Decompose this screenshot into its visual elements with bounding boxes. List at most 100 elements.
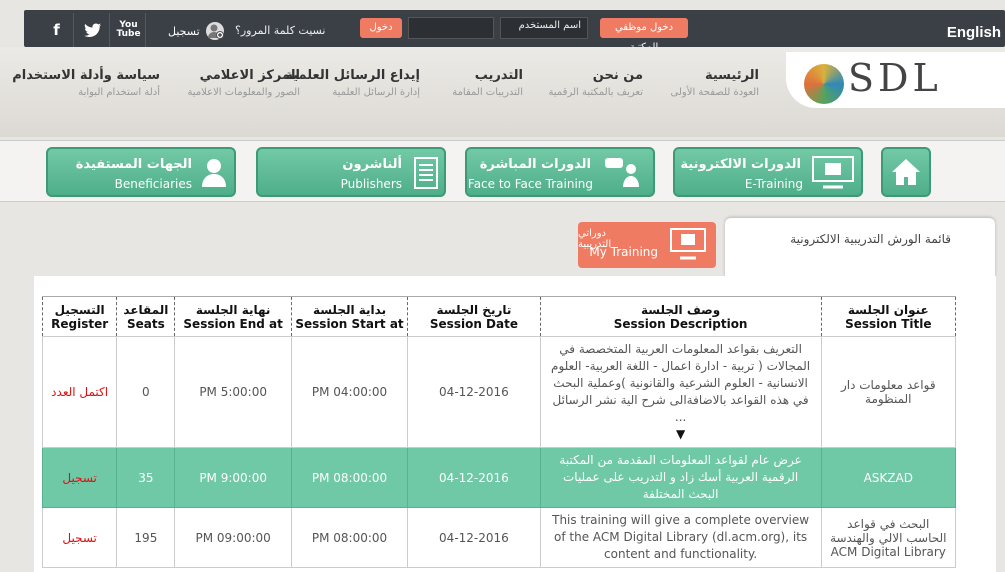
register-status: اكتمل العدد bbox=[41, 336, 118, 448]
twitter-icon[interactable] bbox=[76, 13, 110, 47]
nav-thesis-deposit[interactable]: إيداع الرسائل العلمية إدارة الرسائل العل… bbox=[285, 68, 420, 98]
menu-bar: الجهات المستفيدة Beneficiaries ألناشرون … bbox=[0, 140, 1005, 202]
session-end: 9:00:00 PM bbox=[174, 447, 292, 508]
session-description: عرض عام لقواعد المعلومات المقدمة من المك… bbox=[539, 447, 822, 508]
nav-title: سياسة وأدلة الاستخدام bbox=[12, 68, 160, 83]
header-en: Register bbox=[51, 316, 109, 331]
table-row[interactable]: ASKZAD عرض عام لقواعد المعلومات المقدمة … bbox=[41, 447, 957, 508]
table-row: قواعد معلومات دار المنظومة التعريف بقواع… bbox=[41, 336, 957, 448]
youtube-icon[interactable]: You Tube bbox=[112, 13, 146, 47]
expand-arrow-icon[interactable]: ▼ bbox=[676, 427, 685, 441]
header-ar: المقاعد bbox=[123, 302, 169, 317]
my-training-button[interactable]: دوراتي التدريبية My Training bbox=[578, 222, 716, 268]
tab-label: قائمة الورش التدريبية الالكترونية bbox=[790, 232, 951, 246]
session-start: 04:00:00 PM bbox=[290, 336, 409, 448]
header-ar: تاريخ الجلسة bbox=[436, 302, 512, 317]
session-date: 04-12-2016 bbox=[407, 447, 541, 508]
header-en: Session Description bbox=[613, 316, 748, 331]
session-end: 5:00:00 PM bbox=[174, 336, 292, 448]
monitor-icon bbox=[812, 156, 854, 189]
header-en: Session Start at bbox=[295, 316, 404, 331]
facebook-icon[interactable]: f bbox=[40, 13, 74, 47]
header-ar: وصف الجلسة bbox=[641, 302, 721, 317]
nav-training[interactable]: التدريب التدريبات المقامة bbox=[452, 68, 523, 98]
staff-login-button[interactable]: دخول موظفي المكتبة bbox=[600, 18, 688, 53]
session-seats: 35 bbox=[116, 447, 176, 508]
nav-sub: أدلة استخدام البوابة bbox=[78, 87, 160, 98]
register-link[interactable]: تسجيل bbox=[41, 447, 118, 508]
login-button[interactable]: دخول bbox=[360, 18, 402, 38]
session-seats: 0 bbox=[116, 336, 176, 448]
session-date: 04-12-2016 bbox=[407, 336, 541, 448]
home-button[interactable] bbox=[881, 147, 931, 197]
header-session-end: نهاية الجلسة Session End at bbox=[174, 296, 292, 337]
menu-sublabel: Publishers bbox=[340, 177, 402, 191]
classroom-icon bbox=[605, 158, 639, 187]
nav-title: إيداع الرسائل العلمية bbox=[285, 68, 420, 83]
header-ar: نهاية الجلسة bbox=[195, 302, 271, 317]
menu-sublabel: E-Training bbox=[744, 177, 803, 191]
menu-label: الدورات الالكترونية bbox=[680, 157, 801, 172]
person-icon bbox=[202, 159, 226, 187]
beneficiaries-button[interactable]: الجهات المستفيدة Beneficiaries bbox=[46, 147, 236, 197]
nav-sub: العودة للصفحة الأولى bbox=[670, 87, 759, 98]
publishers-button[interactable]: ألناشرون Publishers bbox=[256, 147, 446, 197]
tab-e-training-list[interactable]: قائمة الورش التدريبية الالكترونية bbox=[725, 218, 995, 278]
session-description-text: التعريف بقواعد المعلومات العربية المتخصص… bbox=[551, 342, 811, 424]
header-register: التسجيل Register bbox=[41, 296, 118, 337]
nav-media-center[interactable]: المركز الاعلامي الصور والمعلومات الاعلام… bbox=[187, 68, 300, 98]
monitor-icon bbox=[670, 228, 706, 260]
english-link[interactable]: English bbox=[947, 24, 1001, 41]
forgot-password-link[interactable]: نسيت كلمة المرور؟ bbox=[235, 24, 325, 37]
home-icon bbox=[892, 159, 920, 185]
add-user-icon bbox=[205, 22, 224, 40]
register-link[interactable]: تسجيل bbox=[41, 507, 118, 568]
table-header-row: عنوان الجلسة Session Title وصف الجلسة Sess… bbox=[41, 296, 957, 337]
menu-sublabel: Face to Face Training bbox=[467, 177, 593, 191]
password-field[interactable] bbox=[408, 17, 494, 39]
header-seats: المقاعد Seats bbox=[116, 296, 176, 337]
register-label: تسجيل bbox=[168, 24, 200, 38]
nav-title: التدريب bbox=[474, 68, 523, 83]
nav-title: المركز الاعلامي bbox=[199, 68, 300, 83]
logo[interactable]: SDL bbox=[786, 52, 1005, 108]
session-title: ASKZAD bbox=[820, 447, 957, 508]
nav-sub: إدارة الرسائل العلمية bbox=[332, 87, 420, 98]
logo-mark bbox=[804, 64, 844, 104]
table-row: البحث في قواعد الحاسب الالي والهندسة ACM… bbox=[41, 507, 957, 568]
register-link[interactable]: تسجيل bbox=[168, 22, 224, 40]
sessions-table: عنوان الجلسة Session Title وصف الجلسة Sess… bbox=[41, 296, 957, 568]
nav-sub: الصور والمعلومات الاعلامية bbox=[187, 87, 300, 98]
e-training-button[interactable]: الدورات الالكترونية E-Training bbox=[673, 147, 863, 197]
session-description: التعريف بقواعد المعلومات العربية المتخصص… bbox=[539, 336, 822, 448]
session-date: 04-12-2016 bbox=[407, 507, 541, 568]
document-icon bbox=[414, 157, 438, 189]
header-session-start: بداية الجلسة Session Start at bbox=[290, 296, 409, 337]
nav-about[interactable]: من نحن تعريف بالمكتبة الرقمية bbox=[549, 68, 643, 98]
my-training-sublabel: My Training bbox=[589, 245, 658, 259]
header-en: Session Date bbox=[429, 316, 518, 331]
header-ar: التسجيل bbox=[54, 302, 105, 317]
logo-text: SDL bbox=[848, 56, 942, 100]
face-to-face-training-button[interactable]: الدورات المباشرة Face to Face Training bbox=[465, 147, 655, 197]
username-field[interactable]: اسم المستخدم bbox=[500, 17, 588, 39]
session-description: This training will give a complete overv… bbox=[539, 507, 822, 568]
session-title: قواعد معلومات دار المنظومة bbox=[820, 336, 957, 448]
nav-usage-policy[interactable]: سياسة وأدلة الاستخدام أدلة استخدام البوا… bbox=[12, 68, 160, 98]
session-start: 08:00:00 PM bbox=[290, 447, 409, 508]
header-en: Seats bbox=[126, 316, 165, 331]
menu-sublabel: Beneficiaries bbox=[114, 177, 192, 191]
session-seats: 195 bbox=[116, 507, 176, 568]
header-session-description: وصف الجلسة Session Description bbox=[539, 296, 822, 337]
header-ar: بداية الجلسة bbox=[312, 302, 387, 317]
nav-sub: التدريبات المقامة bbox=[452, 87, 523, 98]
menu-label: الجهات المستفيدة bbox=[75, 157, 192, 172]
session-title: البحث في قواعد الحاسب الالي والهندسة ACM… bbox=[820, 507, 957, 568]
nav-sub: تعريف بالمكتبة الرقمية bbox=[548, 87, 643, 98]
header-session-title: عنوان الجلسة Session Title bbox=[820, 296, 957, 337]
session-end: 09:00:00 PM bbox=[174, 507, 292, 568]
nav-home[interactable]: الرئيسية العودة للصفحة الأولى bbox=[671, 68, 759, 98]
nav-title: الرئيسية bbox=[704, 68, 759, 83]
header-session-date: تاريخ الجلسة Session Date bbox=[407, 296, 541, 337]
menu-label: الدورات المباشرة bbox=[479, 157, 591, 172]
